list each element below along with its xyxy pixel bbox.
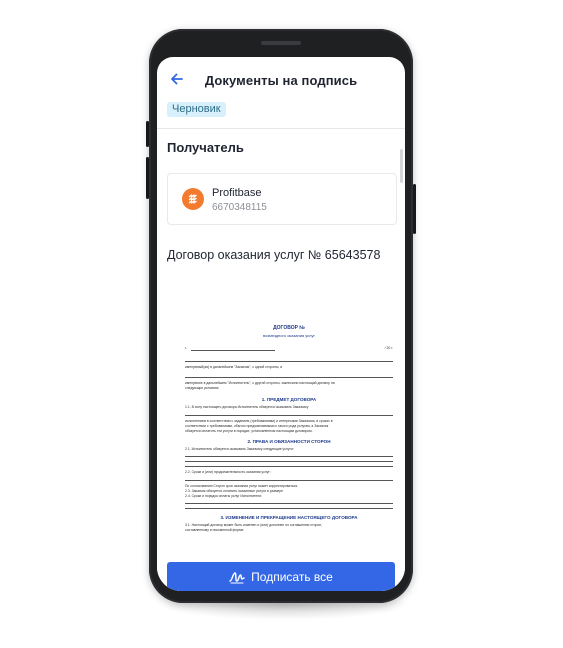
preview-line: 2.3. Заказчик обязуется оплатить оказанн… [185, 489, 284, 493]
profitbase-logo-icon [182, 188, 204, 210]
scrollbar[interactable] [400, 149, 403, 183]
preview-line: 2.4. Сроки и порядок оплаты услуг Исполн… [185, 494, 262, 498]
recipient-section-label: Получатель [167, 140, 244, 155]
status-badge: Черновик [167, 102, 226, 117]
app-screen: Документы на подпись Черновик Получатель… [157, 57, 405, 591]
phone-side-button [146, 157, 149, 199]
preview-line: следующих условиях: [185, 386, 220, 390]
preview-line: именуемое в дальнейшем "Исполнитель", с … [185, 381, 335, 385]
preview-line: По согласованию Сторон срок оказания усл… [185, 484, 299, 488]
preview-city: г. [185, 346, 187, 350]
preview-rule [191, 350, 275, 351]
preview-rule [185, 415, 393, 416]
preview-section-title: 1. ПРЕДМЕТ ДОГОВОРА [261, 397, 317, 402]
header-divider [157, 128, 405, 129]
sign-all-button[interactable]: Подписать все [167, 562, 395, 591]
preview-line: именуемый(ая) в дальнейшем "Заказчик", с… [185, 365, 283, 369]
document-preview[interactable]: ДОГОВОР № возмездного оказания услуг г. … [185, 325, 393, 547]
phone-speaker [261, 41, 301, 45]
preview-line: 1.1. В силу настоящего договора Исполнит… [185, 405, 309, 409]
sign-all-label: Подписать все [251, 570, 333, 584]
preview-rule [185, 461, 393, 462]
preview-line: 2.1. Исполнитель обязуется оказывать Зак… [185, 447, 294, 451]
phone-side-button [413, 184, 416, 234]
preview-rule [185, 456, 393, 457]
preview-line: составленному в письменной форме. [185, 528, 245, 532]
phone-side-button [146, 121, 149, 147]
page-title: Документы на подпись [204, 73, 358, 88]
preview-line: 2.2. Сроки и (или) продолжительность ока… [185, 470, 271, 474]
preview-rule [185, 503, 393, 504]
preview-line: исполнением в соответствии с заданием (т… [185, 419, 333, 423]
document-title: Договор оказания услуг № 65643578 [167, 248, 381, 262]
company-inn: 6670348115 [212, 202, 267, 213]
preview-line: соответствии с требованиями, обычно пред… [185, 424, 329, 428]
preview-section-title: 2. ПРАВА И ОБЯЗАННОСТИ СТОРОН [247, 439, 331, 444]
preview-rule [185, 361, 393, 362]
preview-rule [185, 466, 393, 467]
phone-frame: Документы на подпись Черновик Получатель… [146, 29, 416, 603]
signature-icon [229, 572, 245, 584]
preview-date: / 20 г. [384, 346, 393, 350]
app-header: Документы на подпись [157, 57, 405, 105]
preview-line: обязуется оплатить эти услуги в порядке,… [185, 429, 313, 433]
preview-rule [185, 508, 393, 509]
preview-subheading: возмездного оказания услуг [263, 333, 315, 338]
preview-rule [185, 377, 393, 378]
preview-heading: ДОГОВОР № [273, 325, 305, 331]
recipient-card[interactable]: Profitbase 6670348115 [167, 173, 397, 225]
preview-rule [185, 480, 393, 481]
preview-section-title: 3. ИЗМЕНЕНИЕ И ПРЕКРАЩЕНИЕ НАСТОЯЩЕГО ДО… [220, 515, 358, 520]
company-name: Profitbase [212, 187, 262, 199]
preview-line: 3.1. Настоящий договор может быть измене… [185, 523, 323, 527]
